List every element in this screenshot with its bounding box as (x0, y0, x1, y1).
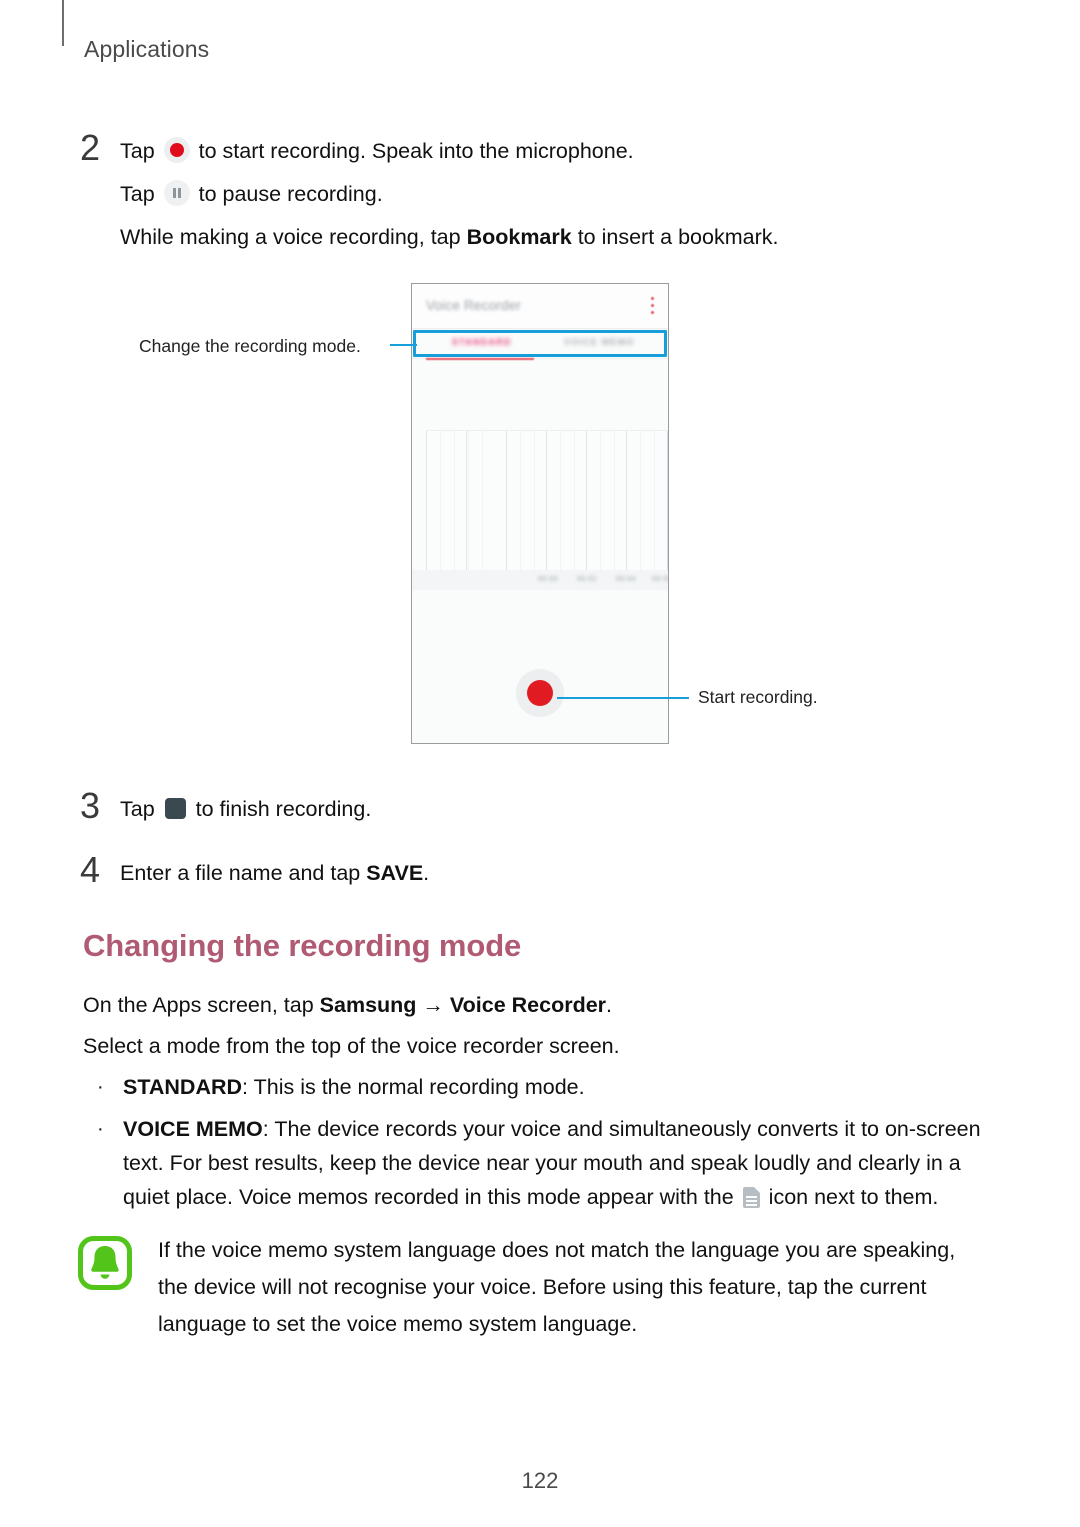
step-4-after: . (423, 861, 430, 885)
standard-label: STANDARD (123, 1075, 243, 1099)
step-3-line: Tap to finish recording. (120, 788, 371, 831)
para-1-text: Select a mode from the top of the voice … (83, 1034, 620, 1058)
bullet-standard-line-1: STANDARD: This is the normal recording m… (123, 1070, 1023, 1104)
save-label: SAVE (366, 861, 424, 885)
step-2-body: Tap to start recording. Speak into the m… (120, 130, 778, 259)
record-button[interactable] (516, 669, 564, 717)
callout-leader-line-right (557, 697, 689, 699)
samsung-label: Samsung (319, 993, 417, 1017)
tab-selected-indicator (426, 358, 534, 360)
bullet-standard-text: STANDARD: This is the normal recording m… (123, 1070, 1023, 1104)
voice-memo-desc-3a: quiet place. Voice memos recorded in thi… (123, 1185, 740, 1209)
voice-recorder-label: Voice Recorder (449, 993, 607, 1017)
step-3-before: Tap (120, 797, 161, 821)
paragraph-apps-screen: On the Apps screen, tap Samsung → Voice … (83, 985, 612, 1026)
step-4-before: Enter a file name and tap (120, 861, 367, 885)
step-2: 2 Tap to start recording. Speak into the… (80, 130, 778, 259)
bullet-voice-memo-line-1: VOICE MEMO: The device records your voic… (123, 1112, 1023, 1146)
bell-icon (78, 1236, 132, 1290)
voice-memo-desc-1: : The device records your voice and simu… (262, 1117, 981, 1141)
step-2-line-3-after: to insert a bookmark. (571, 225, 779, 249)
para-0-part-0: On the Apps screen, tap (83, 993, 320, 1017)
step-2-line-1-before: Tap (120, 139, 161, 163)
step-3: 3 Tap to finish recording. (80, 788, 371, 831)
standard-desc: : This is the normal recording mode. (242, 1075, 585, 1099)
bullet-marker: · (97, 1118, 104, 1140)
bullet-standard: · STANDARD: This is the normal recording… (97, 1070, 1023, 1104)
document-icon (742, 1187, 760, 1208)
more-options-icon[interactable] (651, 297, 655, 316)
bullet-voice-memo-line-2: text. For best results, keep the device … (123, 1146, 1023, 1180)
step-3-number: 3 (80, 785, 101, 826)
step-2-number: 2 (80, 127, 101, 168)
waveform-timeline: 00:00 00:02 00:04 00:06 (412, 570, 668, 590)
stop-icon (164, 798, 186, 819)
note-line-3: language to set the voice memo system la… (158, 1312, 638, 1336)
note-callout: If the voice memo system language does n… (78, 1232, 998, 1343)
phone-app-title: Voice Recorder (426, 298, 522, 313)
bullet-voice-memo-line-3: quiet place. Voice memos recorded in thi… (123, 1180, 1023, 1214)
bullet-marker: · (97, 1076, 104, 1098)
section-heading: Changing the recording mode (83, 928, 522, 963)
callout-label-start-recording: Start recording. (698, 687, 818, 707)
bullet-voice-memo-text: VOICE MEMO: The device records your voic… (123, 1112, 1023, 1214)
step-4: 4 Enter a file name and tap SAVE. (80, 852, 429, 895)
callout-leader-line-left (390, 344, 417, 346)
step-2-line-3-before: While making a voice recording, tap (120, 225, 467, 249)
voice-memo-desc-2: text. For best results, keep the device … (123, 1151, 961, 1175)
phone-app-bar: Voice Recorder (412, 284, 668, 329)
page-running-header: Applications (84, 36, 210, 62)
step-4-line: Enter a file name and tap SAVE. (120, 852, 429, 895)
callout-label-recording-mode: Change the recording mode. (139, 336, 361, 356)
pause-icon (163, 180, 190, 206)
step-3-after: to finish recording. (189, 797, 372, 821)
note-text: If the voice memo system language does n… (158, 1232, 998, 1343)
step-3-body: Tap to finish recording. (120, 788, 371, 831)
callout-box-recording-mode (413, 330, 667, 357)
waveform-grid (426, 430, 668, 571)
step-2-line-1-after: to start recording. Speak into the micro… (192, 139, 634, 163)
step-2-line-2-after: to pause recording. (192, 182, 383, 206)
step-2-line-2-before: Tap (120, 182, 161, 206)
time-label-0: 00:00 (538, 576, 559, 583)
step-4-number: 4 (80, 849, 101, 890)
para-0-part-4: . (606, 993, 613, 1017)
voice-memo-label: VOICE MEMO (123, 1117, 263, 1141)
para-0-arrow: → (416, 993, 450, 1017)
page-number: 122 (521, 1468, 559, 1493)
paragraph-select-mode: Select a mode from the top of the voice … (83, 1026, 620, 1067)
step-2-line-3: While making a voice recording, tap Book… (120, 216, 778, 259)
bullet-voice-memo: · VOICE MEMO: The device records your vo… (97, 1112, 1023, 1214)
note-line-2: the device will not recognise your voice… (158, 1275, 927, 1299)
step-2-line-1: Tap to start recording. Speak into the m… (120, 130, 778, 173)
note-line-1: If the voice memo system language does n… (158, 1238, 956, 1262)
voice-memo-desc-3b: icon next to them. (762, 1185, 939, 1209)
record-icon (163, 137, 190, 163)
margin-rule (62, 0, 64, 46)
time-label-2: 00:04 (616, 576, 637, 583)
step-4-body: Enter a file name and tap SAVE. (120, 852, 429, 895)
bookmark-label: Bookmark (466, 225, 572, 249)
time-label-1: 00:02 (577, 576, 598, 583)
step-2-line-2: Tap to pause recording. (120, 173, 778, 216)
time-label-3: 00:06 (652, 576, 668, 583)
